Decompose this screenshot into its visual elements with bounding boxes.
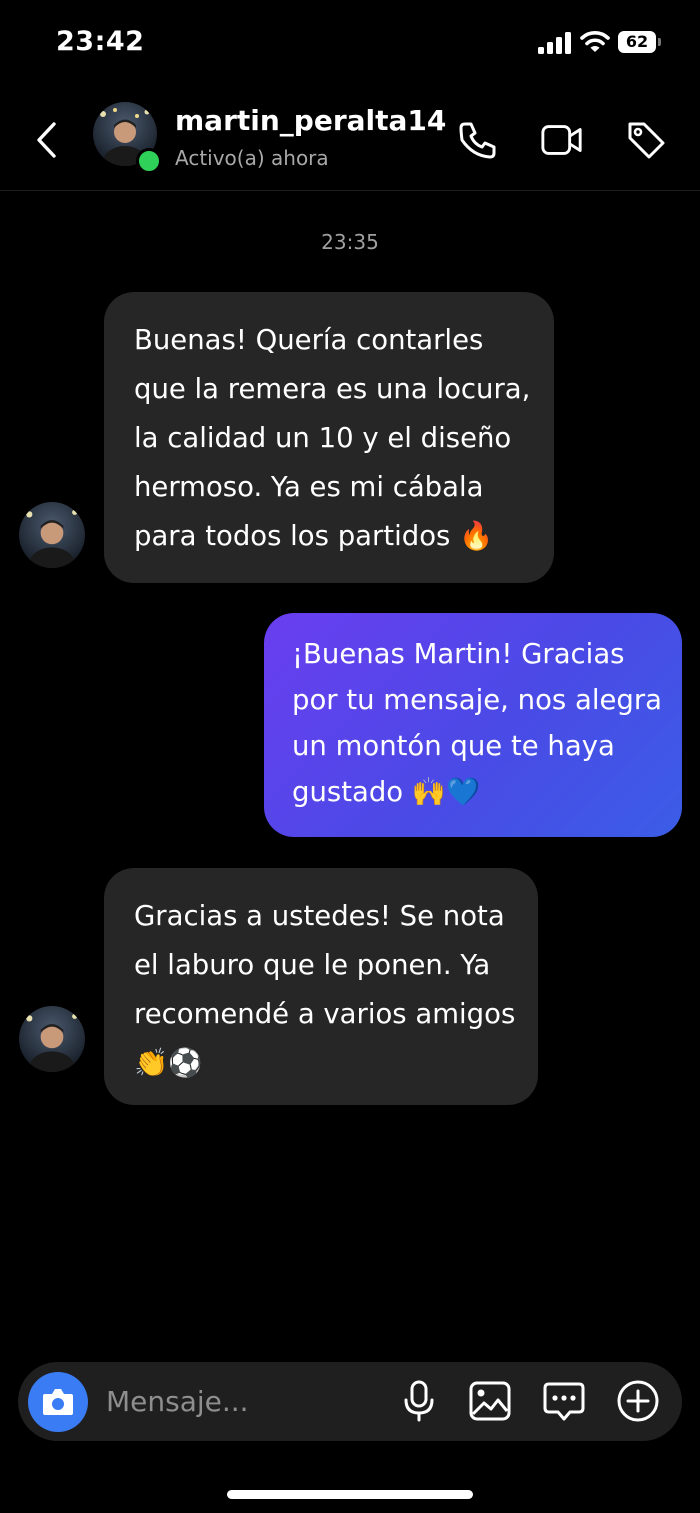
message-bubble-outgoing[interactable]: ¡Buenas Martin! Gracias por tu mensaje, …: [264, 613, 682, 837]
status-bar: 23:42 62: [0, 0, 700, 90]
back-arrow-icon[interactable]: [30, 118, 66, 162]
microphone-icon[interactable]: [396, 1378, 442, 1424]
status-time: 23:42: [56, 26, 145, 57]
message-text: ¡Buenas Martin! Gracias por tu mensaje, …: [292, 638, 662, 808]
online-status-dot: [136, 148, 162, 174]
home-indicator[interactable]: [227, 1490, 473, 1499]
tag-icon[interactable]: [624, 118, 668, 162]
cellular-signal-icon: [538, 32, 571, 54]
message-composer: [18, 1362, 682, 1441]
contact-username[interactable]: martin_peralta14: [175, 104, 446, 137]
phone-icon[interactable]: [456, 118, 500, 162]
chat-options-icon[interactable]: [541, 1378, 587, 1424]
contact-avatar-small[interactable]: [19, 502, 85, 568]
message-timestamp: 23:35: [321, 230, 379, 254]
gallery-icon[interactable]: [467, 1378, 513, 1424]
message-text: Buenas! Quería contarles que la remera e…: [134, 324, 531, 552]
message-input[interactable]: [106, 1380, 386, 1422]
wifi-icon: [580, 31, 610, 52]
message-bubble-incoming[interactable]: Gracias a ustedes! Se nota el laburo que…: [104, 868, 538, 1105]
contact-avatar-small[interactable]: [19, 1006, 85, 1072]
battery-indicator: 62: [618, 31, 662, 55]
camera-icon: [43, 1389, 73, 1415]
battery-tip: [658, 38, 661, 46]
active-status: Activo(a) ahora: [175, 146, 329, 170]
chat-header: martin_peralta14 Activo(a) ahora: [0, 92, 700, 191]
message-text: Gracias a ustedes! Se nota el laburo que…: [134, 900, 516, 1079]
message-bubble-incoming[interactable]: Buenas! Quería contarles que la remera e…: [104, 292, 554, 583]
video-camera-icon[interactable]: [540, 118, 584, 162]
camera-button[interactable]: [28, 1372, 88, 1432]
plus-icon[interactable]: [615, 1378, 661, 1424]
battery-level: 62: [618, 31, 656, 53]
